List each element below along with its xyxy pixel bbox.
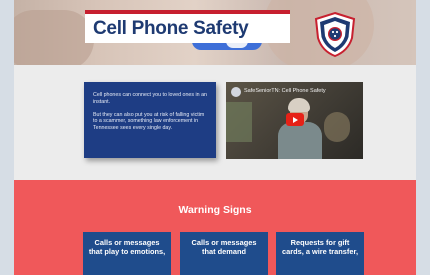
video-thumbnail-window <box>226 102 252 142</box>
video-thumbnail-hair <box>288 98 310 112</box>
warning-card-text: Calls or messages that demand <box>191 238 257 256</box>
hero-photo-left <box>14 10 94 65</box>
video-thumbnail-lamp <box>324 112 350 142</box>
channel-avatar-icon[interactable] <box>231 87 241 97</box>
intro-text-card: Cell phones can connect you to loved one… <box>84 82 216 158</box>
warning-card: Calls or messages that demand <box>180 232 268 275</box>
video-title[interactable]: SafeSeniorTN: Cell Phone Safety <box>244 88 326 94</box>
warning-card-text: Calls or messages that play to emotions, <box>88 238 166 256</box>
warning-card: Requests for gift cards, a wire transfer… <box>276 232 364 275</box>
warning-signs-section: Warning Signs Calls or messages that pla… <box>14 180 416 275</box>
warning-signs-heading: Warning Signs <box>178 204 252 216</box>
page-frame: Cell Phone Safety Cell phones can connec… <box>14 0 416 275</box>
warning-card-text: Requests for gift cards, a wire transfer… <box>282 238 358 256</box>
page-title-box: Cell Phone Safety <box>85 10 290 43</box>
video-thumbnail-person <box>278 122 322 159</box>
play-icon[interactable] <box>286 113 304 126</box>
intro-paragraph-1: Cell phones can connect you to loved one… <box>93 92 207 105</box>
hero-banner: Cell Phone Safety <box>14 0 416 65</box>
shield-badge-icon <box>311 10 359 58</box>
intro-paragraph-2: But they can also put you at risk of fal… <box>93 111 205 132</box>
page-title: Cell Phone Safety <box>93 18 249 39</box>
warning-card: Calls or messages that play to emotions, <box>83 232 171 275</box>
video-embed[interactable]: SafeSeniorTN: Cell Phone Safety <box>226 82 363 159</box>
